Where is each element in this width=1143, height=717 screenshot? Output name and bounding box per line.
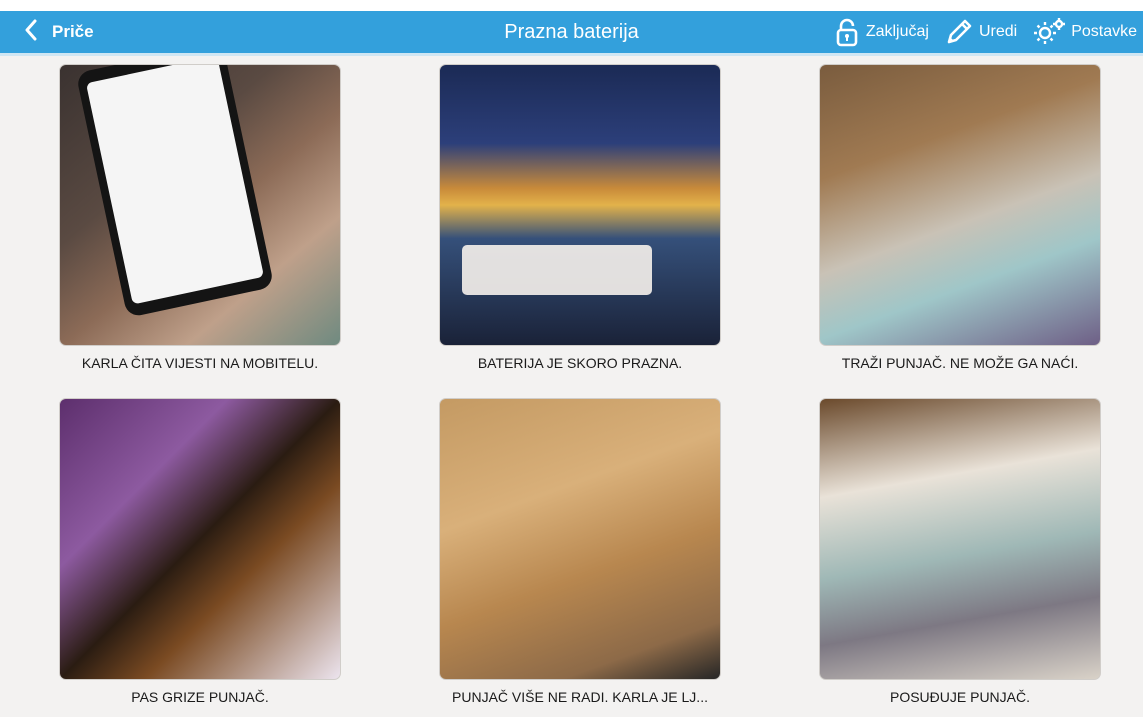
chevron-left-icon [24,19,38,46]
edit-button[interactable]: Uredi [943,16,1017,48]
story-caption: PUNJAČ VIŠE NE RADI. KARLA JE LJ... [452,689,708,705]
story-caption: TRAŽI PUNJAČ. NE MOŽE GA NAĆI. [841,355,1079,371]
story-card[interactable]: POSUĐUJE PUNJAČ. [819,398,1101,705]
pencil-icon [943,16,975,48]
story-image-broken-charger[interactable] [439,398,721,680]
story-caption: PAS GRIZE PUNJAČ. [131,689,269,705]
battery-notification [462,245,652,295]
story-caption: KARLA ČITA VIJESTI NA MOBITELU. [81,355,319,371]
back-label: Priče [52,22,94,41]
story-caption: BATERIJA JE SKORO PRAZNA. [477,355,683,371]
story-grid: KARLA ČITA VIJESTI NA MOBITELU. BATERIJA… [0,56,1143,717]
story-image-borrow-charger[interactable] [819,398,1101,680]
settings-button[interactable]: Postavke [1031,16,1137,48]
lock-label: Zaključaj [865,23,929,40]
story-card[interactable]: PAS GRIZE PUNJAČ. [59,398,341,705]
gears-icon [1031,16,1067,48]
story-image-phone-news[interactable] [59,64,341,346]
phone-illustration [75,65,275,318]
story-card[interactable]: PUNJAČ VIŠE NE RADI. KARLA JE LJ... [439,398,721,705]
story-caption: POSUĐUJE PUNJAČ. [889,689,1031,705]
unlock-icon [832,17,862,47]
story-card[interactable]: BATERIJA JE SKORO PRAZNA. [439,64,721,371]
story-image-drawer-search[interactable] [819,64,1101,346]
story-card[interactable]: TRAŽI PUNJAČ. NE MOŽE GA NAĆI. [819,64,1101,371]
toolbar-actions: Zaključaj Uredi Postavke [832,11,1137,53]
edit-label: Uredi [978,23,1018,40]
story-image-dog-cable[interactable] [59,398,341,680]
back-button[interactable]: Priče [24,11,94,53]
story-image-battery-low[interactable] [439,64,721,346]
settings-label: Postavke [1071,23,1137,40]
lock-button[interactable]: Zaključaj [832,17,929,47]
story-card[interactable]: KARLA ČITA VIJESTI NA MOBITELU. [59,64,341,371]
app-bar: Priče Prazna baterija Zaključaj Uredi Po… [0,11,1143,53]
status-strip [0,0,1143,11]
